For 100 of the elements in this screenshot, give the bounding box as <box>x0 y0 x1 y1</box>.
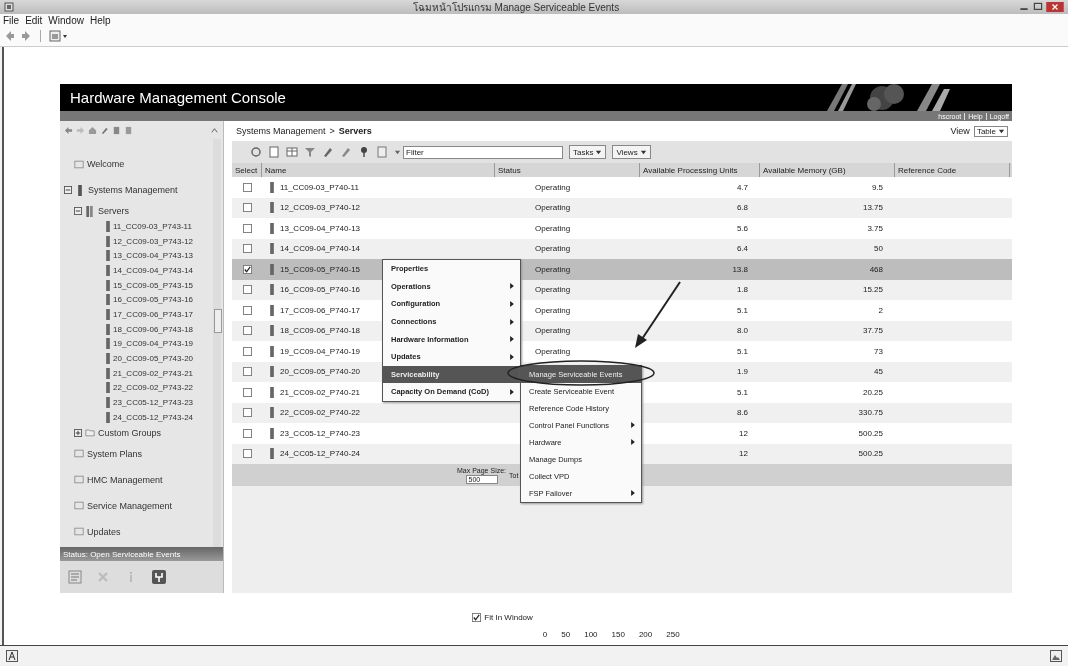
status-title: Status: Open Serviceable Events <box>60 547 223 561</box>
server-name[interactable]: 16_CC09-05_P740-16 <box>280 285 361 295</box>
breadcrumb-link[interactable]: Systems Management <box>236 126 326 136</box>
calendar-dropdown-icon[interactable] <box>49 30 69 42</box>
page-icon[interactable] <box>268 146 280 158</box>
server-name[interactable]: 23_CC05-12_P740-23 <box>280 428 361 438</box>
submenu-arrow-icon <box>510 336 514 343</box>
menu-item[interactable]: File <box>3 14 20 26</box>
server-name[interactable]: 20_CC09-05_P740-20 <box>280 367 361 377</box>
pencil-icon[interactable] <box>322 146 334 158</box>
table-cell: 4.7 <box>736 182 748 192</box>
server-item[interactable]: 15_CC09-05_P743-15 <box>113 280 194 290</box>
server-item[interactable]: 18_CC09-06_P743-18 <box>113 324 194 334</box>
server-item[interactable]: 21_CC09-02_P743-21 <box>113 368 194 378</box>
server-item[interactable]: 20_CC09-05_P743-20 <box>113 354 194 364</box>
navigation-item[interactable]: Servers <box>98 206 129 216</box>
picture-icon[interactable] <box>1050 650 1062 662</box>
toolbar-menu-button[interactable]: Views <box>612 145 651 159</box>
server-icon <box>270 448 274 460</box>
server-item[interactable]: 14_CC09-04_P743-14 <box>113 265 194 275</box>
expand-icon[interactable] <box>74 428 82 437</box>
fit-in-window-checkbox[interactable] <box>472 613 482 622</box>
server-item[interactable]: 17_CC09-06_P743-17 <box>113 309 194 319</box>
navigation-item[interactable]: Systems Management <box>88 185 178 195</box>
server-name[interactable]: 19_CC09-04_P740-19 <box>280 346 361 356</box>
font-icon[interactable] <box>6 650 18 662</box>
navigation-item[interactable]: HMC Management <box>87 474 163 485</box>
pin-icon[interactable] <box>358 146 370 158</box>
row-checkbox[interactable] <box>242 428 252 438</box>
row-checkbox[interactable] <box>242 346 252 356</box>
collapse-icon[interactable] <box>74 207 82 215</box>
pencil-icon[interactable] <box>100 125 109 135</box>
row-checkbox[interactable] <box>242 326 252 336</box>
server-name[interactable]: 11_CC09-03_P740-11 <box>280 182 359 192</box>
server-name[interactable]: 12_CC09-03_P740-12 <box>280 203 361 213</box>
submenu-arrow-icon <box>510 353 514 360</box>
back-arrow-icon[interactable] <box>4 30 16 42</box>
row-checkbox[interactable] <box>242 264 252 274</box>
filter-field[interactable]: Filter <box>403 145 563 159</box>
row-checkbox[interactable] <box>242 387 252 397</box>
server-item[interactable]: 24_CC05-12_P743-24 <box>113 412 194 422</box>
menu-item[interactable]: Help <box>89 14 111 26</box>
server-name[interactable]: 14_CC09-04_P740-14 <box>280 244 361 254</box>
filter-icon[interactable] <box>304 146 316 158</box>
server-name[interactable]: 17_CC09-06_P740-17 <box>280 305 361 315</box>
row-checkbox[interactable] <box>242 367 252 377</box>
wrench-icon[interactable] <box>152 570 166 584</box>
collapse-icon[interactable] <box>64 186 72 194</box>
row-checkbox[interactable] <box>242 223 252 233</box>
submenu-arrow-icon <box>631 490 635 497</box>
back-arrow-icon[interactable] <box>64 125 73 135</box>
breadcrumb-current: Servers <box>338 126 372 136</box>
server-item[interactable]: 16_CC09-05_P743-16 <box>113 295 194 305</box>
forward-arrow-icon[interactable] <box>20 30 32 42</box>
toolbar-menu-button[interactable]: Tasks <box>569 145 607 159</box>
server-name[interactable]: 24_CC05-12_P740-24 <box>280 449 361 459</box>
navigation-item[interactable]: Welcome <box>87 159 125 169</box>
server-icon <box>270 181 274 193</box>
server-icon <box>270 427 274 439</box>
server-name[interactable]: 21_CC09-02_P740-21 <box>280 387 361 397</box>
row-checkbox[interactable] <box>242 449 252 459</box>
menu-item[interactable]: Window <box>48 14 84 26</box>
row-checkbox[interactable] <box>242 408 252 418</box>
table-icon[interactable] <box>286 146 298 158</box>
server-name[interactable]: 18_CC09-06_P740-18 <box>280 326 361 336</box>
refresh-icon[interactable] <box>250 146 262 158</box>
pencil-icon[interactable] <box>340 146 352 158</box>
table-cell: 5.1 <box>736 346 748 356</box>
home-icon[interactable] <box>88 125 97 135</box>
view-dropdown[interactable]: Table <box>973 125 1008 137</box>
server-name[interactable]: 15_CC09-05_P740-15 <box>280 264 361 274</box>
row-checkbox[interactable] <box>242 203 252 213</box>
status-text: Operating <box>535 346 571 356</box>
row-checkbox[interactable] <box>242 244 252 254</box>
server-item[interactable]: 12_CC09-03_P743-12 <box>113 236 194 246</box>
menu-item[interactable]: Edit <box>25 14 43 26</box>
close-icon[interactable] <box>1046 2 1064 12</box>
maximize-icon[interactable] <box>1032 2 1044 12</box>
page-icon[interactable] <box>376 146 388 158</box>
server-item[interactable]: 11_CC09-03_P743-11 <box>113 221 192 231</box>
row-checkbox[interactable] <box>242 182 252 192</box>
caret-icon <box>639 148 647 156</box>
scrollbar[interactable] <box>213 139 221 547</box>
navigation-item[interactable]: Custom Groups <box>98 427 162 438</box>
navigation-item[interactable]: Updates <box>87 526 121 537</box>
server-item[interactable]: 23_CC05-12_P743-23 <box>113 398 194 408</box>
view-label: View <box>950 126 970 136</box>
submenu-arrow-icon <box>510 301 514 307</box>
server-icon <box>106 235 110 247</box>
server-name[interactable]: 13_CC09-04_P740-13 <box>280 223 361 233</box>
server-item[interactable]: 13_CC09-04_P743-13 <box>113 251 194 261</box>
row-checkbox[interactable] <box>242 285 252 295</box>
server-icon <box>106 367 110 379</box>
server-item[interactable]: 22_CC09-02_P743-22 <box>113 383 194 393</box>
navigation-item[interactable]: System Plans <box>87 448 143 459</box>
server-item[interactable]: 19_CC09-04_P743-19 <box>113 339 194 349</box>
caret-icon[interactable] <box>394 148 401 156</box>
server-name[interactable]: 22_CC09-02_P740-22 <box>280 408 361 418</box>
row-checkbox[interactable] <box>242 305 252 315</box>
navigation-item[interactable]: Service Management <box>87 500 173 511</box>
